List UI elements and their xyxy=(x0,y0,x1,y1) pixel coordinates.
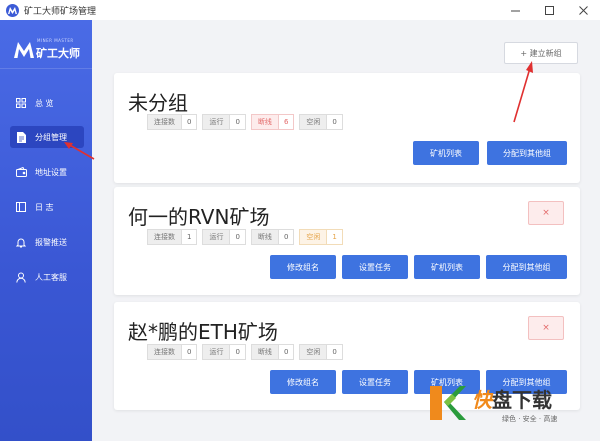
stat-connections: 连接数 0 xyxy=(147,114,198,130)
delete-group-button[interactable]: × xyxy=(528,316,564,340)
sidebar-item-label: 分组管理 xyxy=(35,132,67,142)
new-group-button[interactable]: + 建立新组 xyxy=(504,42,578,64)
group-stats: 连接数 1 运行 0 断线 0 空闲 1 xyxy=(147,229,348,245)
stat-running: 运行 0 xyxy=(202,344,246,360)
group-title: 何一的RVN矿场 xyxy=(128,205,270,229)
window-title: 矿工大师矿场管理 xyxy=(24,6,97,17)
stat-running: 运行 0 xyxy=(202,229,246,245)
window-controls xyxy=(498,0,600,20)
watermark-title: 快盘下载 xyxy=(472,388,552,412)
group-title: 赵*鹏的ETH矿场 xyxy=(128,320,278,344)
title-bar: 矿工大师矿场管理 xyxy=(0,0,600,20)
assign-to-group-button[interactable]: 分配到其他组 xyxy=(486,255,567,279)
stat-offline: 断线 0 xyxy=(250,229,295,245)
sidebar-item-overview[interactable]: 总 览 xyxy=(10,92,84,114)
maximize-icon xyxy=(544,5,554,15)
sidebar-item-label: 地址设置 xyxy=(35,167,67,177)
miner-list-button[interactable]: 矿机列表 xyxy=(413,141,479,165)
brand-logo: MINER MASTER 矿工大师 xyxy=(12,34,84,70)
app-logo-icon xyxy=(6,3,19,17)
stat-connections: 连接数 1 xyxy=(147,229,198,245)
grid-icon xyxy=(15,97,27,109)
stat-idle: 空闲 1 xyxy=(299,229,343,245)
delete-group-button[interactable]: × xyxy=(528,201,564,225)
sidebar-item-label: 人工客服 xyxy=(35,272,67,282)
set-task-button[interactable]: 设置任务 xyxy=(342,370,408,394)
minimize-button[interactable] xyxy=(498,0,532,20)
wallet-icon xyxy=(15,166,27,178)
stat-idle: 空闲 0 xyxy=(299,344,343,360)
group-card-rvn: 何一的RVN矿场 × 连接数 1 运行 0 断线 0 空闲 1 修改组名 设置任… xyxy=(114,187,580,295)
sidebar-item-group-management[interactable]: 分组管理 xyxy=(10,126,84,148)
person-icon xyxy=(15,271,27,283)
sidebar-item-address-settings[interactable]: 地址设置 xyxy=(10,161,84,183)
maximize-button[interactable] xyxy=(532,0,566,20)
stat-connections: 连接数 0 xyxy=(147,344,198,360)
watermark-k-logo-icon xyxy=(430,386,466,420)
set-task-button[interactable]: 设置任务 xyxy=(342,255,408,279)
rename-group-button[interactable]: 修改组名 xyxy=(270,370,336,394)
brand-name: 矿工大师 xyxy=(36,47,80,60)
stat-idle: 空闲 0 xyxy=(299,114,343,130)
sidebar-item-label: 报警推送 xyxy=(35,237,67,247)
sidebar-item-log[interactable]: 日 志 xyxy=(10,196,84,218)
watermark: 快盘下载 绿色 · 安全 · 高速 xyxy=(426,378,598,438)
group-title: 未分组 xyxy=(128,91,188,115)
brand-subtitle: MINER MASTER xyxy=(37,38,74,43)
sidebar-item-label: 日 志 xyxy=(35,202,54,212)
sidebar-item-label: 总 览 xyxy=(35,98,54,108)
assign-to-group-button[interactable]: 分配到其他组 xyxy=(487,141,567,165)
group-stats: 连接数 0 运行 0 断线 6 空闲 0 xyxy=(147,114,348,130)
watermark-slogan: 绿色 · 安全 · 高速 xyxy=(502,415,558,423)
sidebar: MINER MASTER 矿工大师 总 览 分组管理 地址设置 日 志 报警推送… xyxy=(0,20,92,441)
sidebar-divider xyxy=(0,68,92,69)
stat-offline: 断线 6 xyxy=(250,114,295,130)
close-icon xyxy=(578,5,588,15)
sidebar-item-alarm-push[interactable]: 报警推送 xyxy=(10,231,84,253)
stat-offline: 断线 0 xyxy=(250,344,295,360)
log-icon xyxy=(15,201,27,213)
group-stats: 连接数 0 运行 0 断线 0 空闲 0 xyxy=(147,344,348,360)
group-card-ungrouped: 未分组 连接数 0 运行 0 断线 6 空闲 0 矿机列表 分配到其他组 xyxy=(114,73,580,183)
minimize-icon xyxy=(510,10,520,11)
rename-group-button[interactable]: 修改组名 xyxy=(270,255,336,279)
document-icon xyxy=(15,131,27,143)
stat-running: 运行 0 xyxy=(202,114,246,130)
brand-m-icon xyxy=(14,42,34,58)
close-window-button[interactable] xyxy=(566,0,600,20)
miner-list-button[interactable]: 矿机列表 xyxy=(414,255,480,279)
bell-icon xyxy=(15,236,27,248)
sidebar-item-customer-service[interactable]: 人工客服 xyxy=(10,266,84,288)
